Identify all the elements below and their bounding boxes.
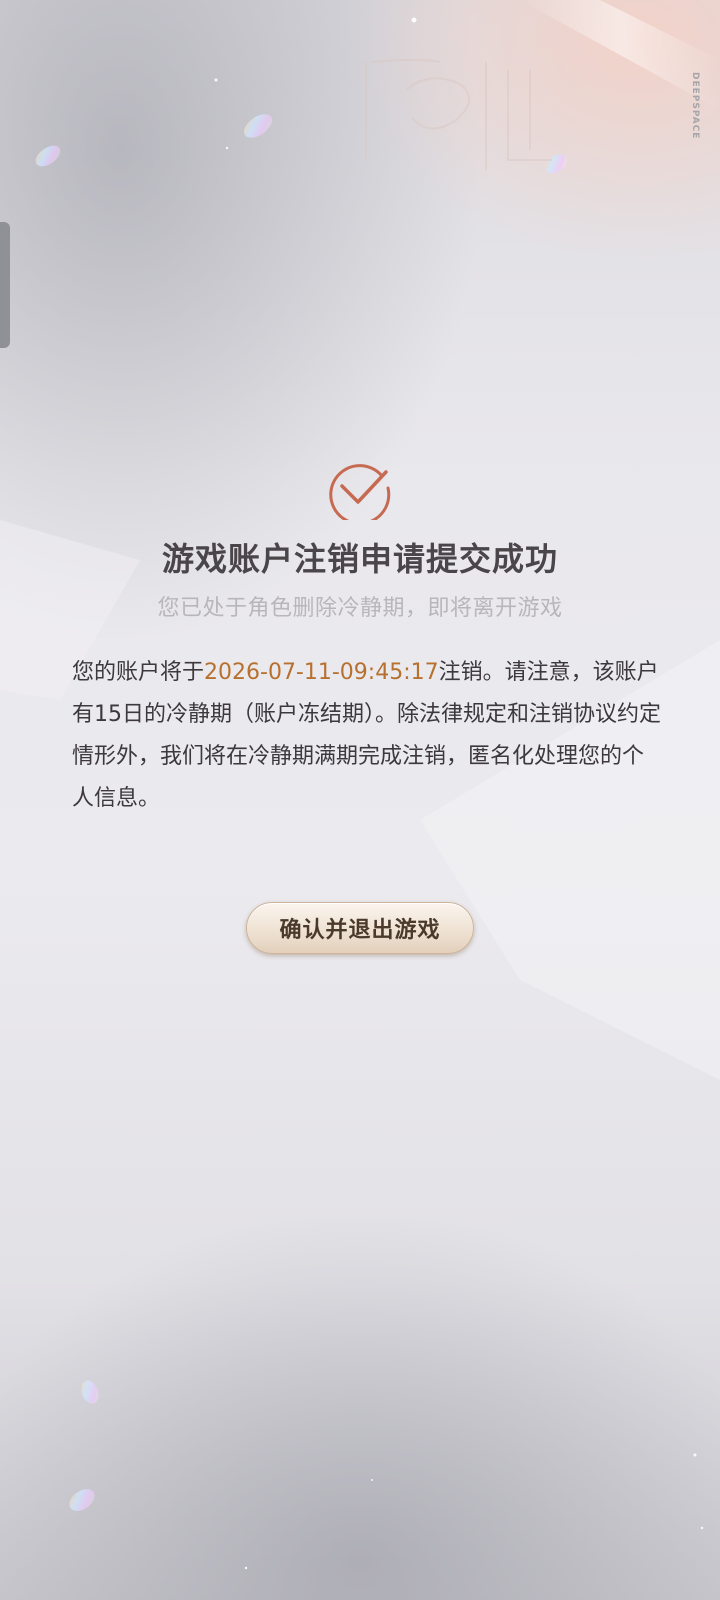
brand-logo: DEEPSPACE bbox=[690, 72, 700, 140]
page-title: 游戏账户注销申请提交成功 bbox=[161, 540, 558, 578]
confirm-exit-button[interactable]: 确认并退出游戏 bbox=[246, 902, 474, 954]
watermark-glyph bbox=[365, 59, 552, 170]
cancellation-notice: 您的账户将于2026-07-11-09:45:17注销。请注意，该账户有15日的… bbox=[72, 652, 662, 820]
check-circle-icon bbox=[329, 464, 391, 520]
cancellation-date: 2026-07-11-09:45:17 bbox=[204, 660, 439, 685]
page-subtitle: 您已处于角色删除冷静期，即将离开游戏 bbox=[157, 596, 563, 621]
notice-prefix: 您的账户将于 bbox=[72, 660, 205, 685]
edge-drawer-handle[interactable] bbox=[0, 222, 10, 348]
